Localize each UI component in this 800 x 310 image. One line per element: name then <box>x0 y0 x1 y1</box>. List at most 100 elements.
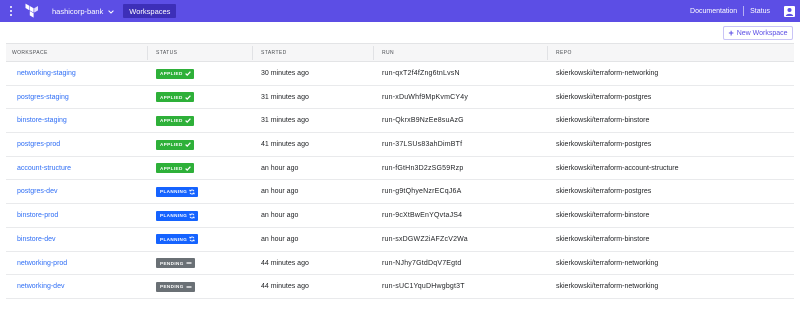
repo-name[interactable]: skierkowski/terraform-binstore <box>556 228 649 251</box>
documentation-link[interactable]: Documentation <box>690 8 737 15</box>
column-header-workspace[interactable]: WORKSPACE <box>12 44 48 62</box>
table-row[interactable]: postgres-staging APPLIED 31 minutes ago run… <box>6 86 794 110</box>
check-icon <box>184 142 191 148</box>
run-id[interactable]: run-9cXtBwEnYQvtaJS4 <box>382 204 462 227</box>
started-time: an hour ago <box>261 188 299 196</box>
status-label: PENDING <box>160 284 184 290</box>
table-row[interactable]: postgres-prod APPLIED 41 minutes ago run-37… <box>6 133 794 157</box>
status-label: PLANNING <box>160 236 188 242</box>
table-body: networking-staging APPLIED 30 minutes ago r… <box>6 62 794 299</box>
status-badge: APPLIED <box>156 68 194 79</box>
run-id[interactable]: run-xDuWhf9MpKvmCY4y <box>382 86 468 109</box>
status-badge: APPLIED <box>156 115 194 126</box>
check-icon <box>184 94 191 100</box>
started-time: an hour ago <box>261 235 299 243</box>
workspace-name-link[interactable]: postgres-prod <box>17 133 60 156</box>
sync-icon <box>189 213 195 219</box>
app-menu-icon[interactable] <box>4 0 18 22</box>
workspace-name-link[interactable]: postgres-staging <box>17 86 69 109</box>
started-time: 41 minutes ago <box>261 141 309 149</box>
repo-name[interactable]: skierkowski/terraform-account-structure <box>556 157 679 180</box>
dash-icon <box>186 261 192 265</box>
repo-name[interactable]: skierkowski/terraform-postgres <box>556 86 651 109</box>
column-header-run[interactable]: RUN <box>382 44 394 62</box>
status-label: APPLIED <box>160 94 183 100</box>
table-row[interactable]: postgres-dev PLANNING an hour ago run-g9tQh… <box>6 180 794 205</box>
plus-icon: + <box>728 27 734 38</box>
column-header-started[interactable]: STARTED <box>261 44 287 62</box>
check-icon <box>184 166 191 171</box>
chevron-down-icon <box>108 7 115 16</box>
check-icon <box>184 71 191 76</box>
repo-name[interactable]: skierkowski/terraform-binstore <box>556 109 649 132</box>
status-link[interactable]: Status <box>750 8 770 15</box>
dash-icon <box>186 285 192 289</box>
status-badge: APPLIED <box>156 92 194 103</box>
started-time: an hour ago <box>261 212 299 220</box>
run-id[interactable]: run-fGtHn3D2zSG59Rzp <box>382 157 463 180</box>
table-row[interactable]: binstore-staging APPLIED 31 minutes ago run… <box>6 109 794 134</box>
column-divider <box>252 46 253 60</box>
status-label: APPLIED <box>160 165 183 171</box>
workspace-name-link[interactable]: binstore-dev <box>17 228 56 251</box>
run-id[interactable]: run-g9tQhyeNzrECqJ6A <box>382 180 461 203</box>
column-divider <box>147 46 148 60</box>
sync-icon <box>189 236 195 242</box>
organization-name: hashicorp-bank <box>52 6 104 16</box>
run-id[interactable]: run-qxT2f4fZng6tnLvsN <box>382 62 460 85</box>
workspace-name-link[interactable]: binstore-prod <box>17 204 58 227</box>
tab-workspaces[interactable]: Workspaces <box>123 4 177 18</box>
status-badge: PENDING <box>156 258 195 268</box>
workspace-name-link[interactable]: networking-prod <box>17 252 67 275</box>
repo-name[interactable]: skierkowski/terraform-networking <box>556 62 658 85</box>
run-id[interactable]: run-sxDGWZ2iAFZcV2Wa <box>382 228 468 251</box>
status-badge: PLANNING <box>156 234 199 245</box>
status-badge: APPLIED <box>156 163 194 174</box>
status-badge: PLANNING <box>156 210 199 221</box>
started-time: 31 minutes ago <box>261 93 309 101</box>
workspace-name-link[interactable]: networking-dev <box>17 275 64 298</box>
sync-icon <box>189 189 195 195</box>
nav-divider <box>743 6 745 16</box>
status-badge: PENDING <box>156 281 195 292</box>
table-row[interactable]: account-structure APPLIED an hour ago run-f… <box>6 157 794 181</box>
table-row[interactable]: networking-prod PENDING 44 minutes ago run-… <box>6 252 794 276</box>
status-label: APPLIED <box>160 142 183 148</box>
run-id[interactable]: run-QkrxB9NzEe8suAzG <box>382 109 464 132</box>
repo-name[interactable]: skierkowski/terraform-networking <box>556 252 658 275</box>
workspace-name-link[interactable]: binstore-staging <box>17 109 67 132</box>
run-id[interactable]: run-37LSUs83ahDimBTf <box>382 133 462 156</box>
started-time: an hour ago <box>261 164 299 172</box>
column-divider <box>373 46 374 60</box>
repo-name[interactable]: skierkowski/terraform-binstore <box>556 204 649 227</box>
status-badge: APPLIED <box>156 139 194 150</box>
column-header-repo[interactable]: REPO <box>556 44 572 62</box>
status-label: PLANNING <box>160 189 188 195</box>
status-label: PENDING <box>160 260 184 266</box>
repo-name[interactable]: skierkowski/terraform-postgres <box>556 180 651 203</box>
check-icon <box>184 118 191 124</box>
status-label: PLANNING <box>160 213 188 219</box>
terraform-logo-icon[interactable] <box>24 0 44 22</box>
table-row[interactable]: networking-staging APPLIED 30 minutes ago r… <box>6 62 794 86</box>
workspace-name-link[interactable]: networking-staging <box>17 62 76 85</box>
workspace-name-link[interactable]: account-structure <box>17 157 71 180</box>
organization-switcher[interactable]: hashicorp-bank <box>52 6 115 16</box>
run-id[interactable]: run-sUC1YquDHwgbgt3T <box>382 275 465 298</box>
table-row[interactable]: networking-dev PENDING 44 minutes ago run-s… <box>6 275 794 299</box>
new-workspace-label: New Workspace <box>736 29 788 37</box>
started-time: 30 minutes ago <box>261 70 309 77</box>
workspace-name-link[interactable]: postgres-dev <box>17 180 57 203</box>
repo-name[interactable]: skierkowski/terraform-networking <box>556 275 658 298</box>
new-workspace-button[interactable]: + New Workspace <box>723 26 793 40</box>
started-time: 31 minutes ago <box>261 117 309 125</box>
user-avatar-icon[interactable] <box>778 0 800 22</box>
status-label: APPLIED <box>160 118 183 124</box>
table-row[interactable]: binstore-dev PLANNING an hour ago run-sxDGW… <box>6 228 794 252</box>
repo-name[interactable]: skierkowski/terraform-postgres <box>556 133 651 156</box>
column-header-status[interactable]: STATUS <box>156 44 177 62</box>
top-navigation-bar: hashicorp-bank Workspaces Documentation … <box>0 0 800 22</box>
table-row[interactable]: binstore-prod PLANNING an hour ago run-9cXt… <box>6 204 794 228</box>
column-divider <box>547 46 548 60</box>
run-id[interactable]: run-NJhy7GtdDqV7Egtd <box>382 252 461 275</box>
